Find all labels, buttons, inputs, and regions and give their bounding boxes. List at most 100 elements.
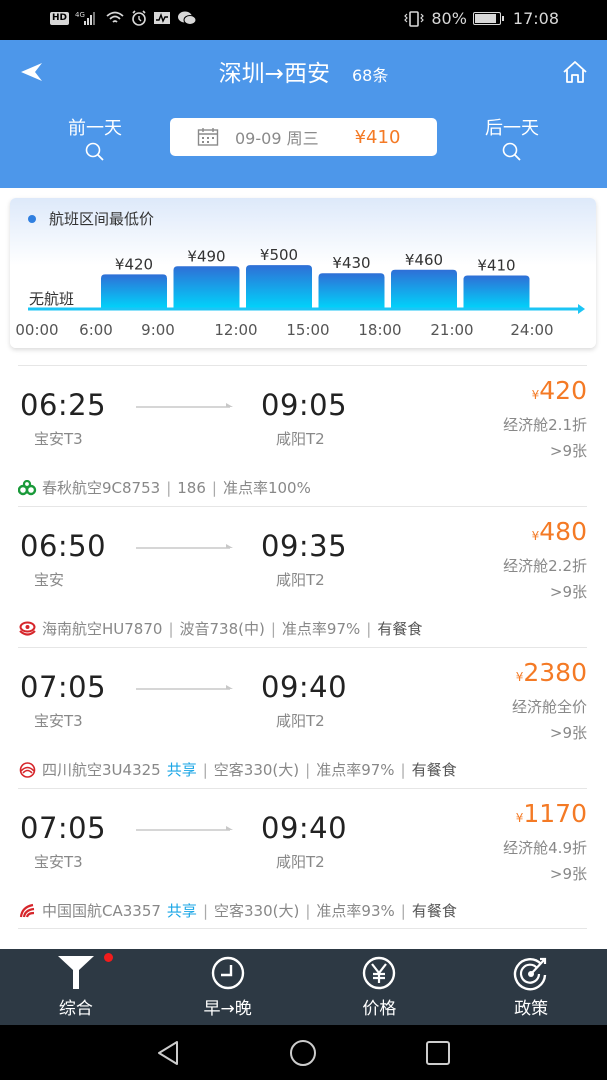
arrival-airport: 咸阳T2 [276,853,325,871]
x-tick-label: 24:00 [510,321,553,339]
departure-airport: 宝安T3 [34,430,83,448]
flight-item[interactable]: 06:50 宝安 09:35 咸阳T2 ¥480 经济舱2.2折 >9张 海南航空HU7870… [18,506,587,647]
airline-flight-number: 中国国航CA3357 [42,902,161,920]
ontime-rate: 准点率97% [316,761,395,779]
ontime-rate: 准点率93% [316,902,395,920]
flight-arrow-icon [136,685,233,690]
home-button[interactable] [561,58,589,86]
bar-value-label: ¥500 [260,246,298,264]
x-tick-label: 12:00 [214,321,257,339]
next-day-label: 后一天 [485,118,539,139]
x-tick-label: 9:00 [141,321,175,339]
ticket-price: ¥480 [532,517,587,546]
separator: | [202,760,208,779]
price-amount: 2380 [523,658,587,687]
alarm-icon [131,10,147,26]
aircraft-type: 186 [177,478,206,497]
prev-day-button[interactable]: 前一天 [50,114,140,162]
seats-left: >9张 [549,442,587,460]
ticket-price: ¥420 [532,376,587,405]
flight-item[interactable]: 07:05 宝安T3 09:40 咸阳T2 ¥2380 经济舱全价 >9张 四川航空3U432… [18,647,587,788]
page-title: 深圳→西安 68条 [0,54,607,88]
battery-icon [472,12,504,25]
home-circle-icon[interactable] [288,1039,318,1067]
separator: | [400,760,406,779]
selected-date: 09-09 周三 [235,129,319,148]
date-lowest-price: ¥410 [354,126,401,148]
prev-day-label: 前一天 [68,118,122,139]
cabin-class: 经济舱2.1折 [503,416,587,434]
ontime-rate: 准点率100% [222,479,311,497]
meal-info: 有餐食 [411,761,457,779]
flight-info-row: 海南航空HU7870 | 波音738(中) | 准点率97% | 有餐食 [18,618,422,639]
price-bar[interactable] [391,269,457,309]
codeshare-tag: 共享 [166,902,197,920]
price-bar[interactable] [246,265,312,309]
flight-item[interactable]: 07:05 宝安T3 09:40 咸阳T2 ¥1170 经济舱4.9折 >9张 中国国航CA3… [18,788,587,929]
flight-info-row: 春秋航空9C8753 | 186 | 准点率100% [18,477,311,498]
ticket-price: ¥1170 [516,799,587,828]
search-icon [85,142,104,161]
tab-early-to-late[interactable]: 早→晚 [152,949,304,1025]
filter-icon [57,956,94,989]
clock-time: 17:08 [512,9,559,28]
aircraft-type: 空客330(大) [213,761,300,779]
bar-value-label: ¥420 [115,255,153,273]
next-day-button[interactable]: 后一天 [467,114,557,162]
x-tick-label: 15:00 [286,321,329,339]
separator: | [366,619,372,638]
tab-policy[interactable]: 政策 [455,949,607,1025]
price-bar-chart: ¥420 ¥490 ¥500 ¥430 ¥460 ¥410 无航班 00:00 6:00 9:… [15,246,585,339]
vibrate-icon [403,10,425,27]
status-bar: HD 4G 80% 17:08 [0,0,607,40]
meal-info: 有餐食 [377,620,423,638]
system-nav-bar [0,1025,607,1080]
hd-icon: HD [50,11,70,25]
date-picker[interactable]: 09-09 周三 ¥410 [170,118,437,156]
seats-left: >9张 [549,724,587,742]
x-axis-arrow-icon [578,304,585,314]
x-tick-label: 21:00 [430,321,473,339]
codeshare-tag: 共享 [166,761,197,779]
price-bar[interactable] [173,266,240,309]
departure-airport: 宝安T3 [34,712,83,730]
price-amount: 480 [539,517,587,546]
tab-label: 政策 [514,999,549,1019]
yen-circle-icon [363,956,396,990]
price-bar[interactable] [318,273,385,309]
4g-signal-icon: 4G [75,10,99,26]
arrival-time: 09:05 [261,388,348,422]
separator: | [202,901,208,920]
separator: | [400,901,406,920]
back-triangle-icon[interactable] [155,1039,181,1067]
battery-percent: 80% [431,9,467,28]
tab-overall[interactable]: 综合 [0,949,152,1025]
wechat-icon [177,10,197,26]
bar-value-label: ¥460 [405,251,443,269]
airline-flight-number: 春秋航空9C8753 [42,479,161,497]
arrival-airport: 咸阳T2 [276,430,325,448]
flight-item[interactable]: 06:25 宝安T3 09:05 咸阳T2 ¥420 经济舱2.1折 >9张春秋航空9C87… [18,365,587,506]
wifi-icon [105,10,125,26]
price-amount: 1170 [523,799,587,828]
status-bar-left: HD 4G [50,10,197,26]
departure-time: 06:25 [20,388,107,422]
clock-icon [211,956,244,990]
separator: | [168,619,174,638]
price-bar[interactable] [101,274,167,309]
arrival-airport: 咸阳T2 [276,571,325,589]
tab-price[interactable]: 价格 [304,949,456,1025]
departure-time: 06:50 [20,529,107,563]
price-amount: 420 [539,376,587,405]
separator: | [211,478,217,497]
x-tick-label: 6:00 [79,321,113,339]
cabin-class: 经济舱4.9折 [503,839,587,857]
arrival-time: 09:40 [261,670,348,704]
price-bar[interactable] [463,275,530,309]
home-icon [563,61,587,83]
recents-square-icon[interactable] [424,1039,452,1067]
separator: | [166,478,172,497]
seats-left: >9张 [549,583,587,601]
spring-airlines-logo-icon [18,479,42,496]
arrival-time: 09:40 [261,811,348,845]
